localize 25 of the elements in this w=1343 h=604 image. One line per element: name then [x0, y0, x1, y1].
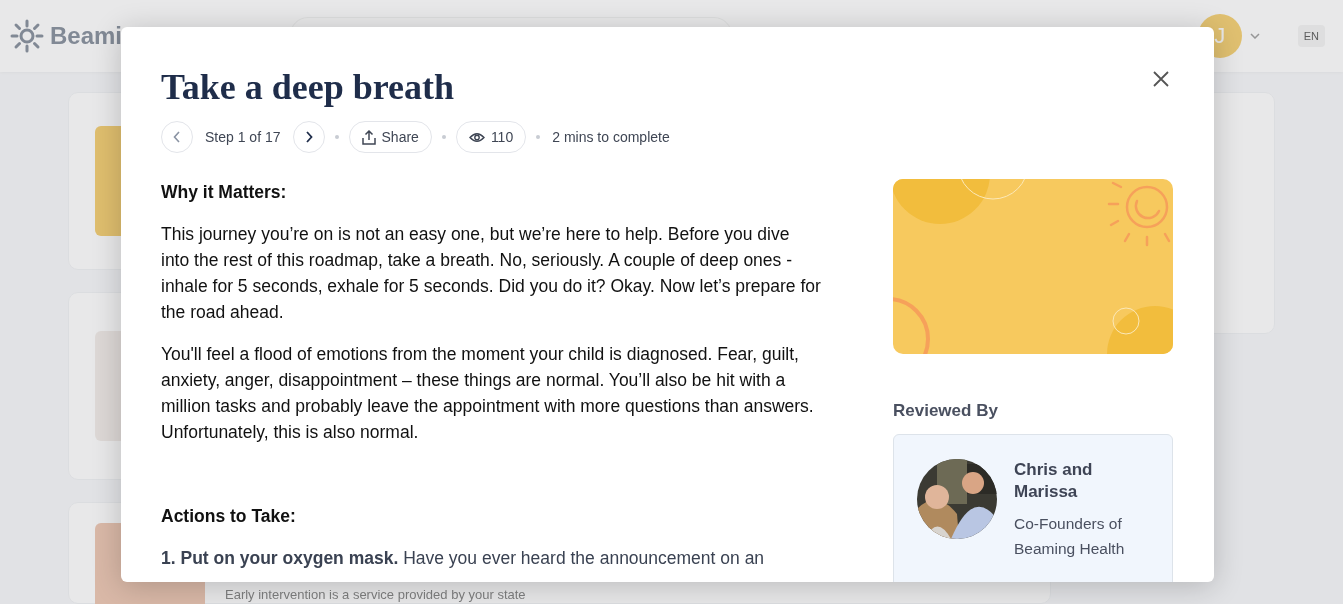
step-counter: Step 1 of 17 [205, 129, 281, 145]
paragraph: You'll feel a flood of emotions from the moment your child is diagnosed. Fear, guilt, anxiety, anger, disappointment – these things are normal. You’ll also be hit with a million tasks and probably leave the appointment with more questions than answers. Unfortunately, this is also normal. [161, 343, 815, 444]
logo-text[interactable]: Beami [50, 22, 123, 50]
modal-title: Take a deep breath [161, 66, 455, 109]
language-button[interactable]: EN [1297, 25, 1325, 47]
eye-icon [468, 131, 485, 143]
reviewer-role: Co-Founders of Beaming Health [1014, 514, 1126, 559]
section-heading: Actions to Take: [161, 505, 297, 528]
next-button[interactable] [292, 121, 325, 153]
caret-icon[interactable] [1249, 33, 1260, 39]
paragraph: This journey you’re on is not an easy one, but we’re here to help. Before you dive into the rest of this roadmap, take a breath. No, seriously. A couple of deep ones - inhale for 5 seconds, exhale for 5 seconds. Did you do it? Okay. Now let’s prepare for the road ahead. [161, 223, 821, 324]
close-icon [1153, 71, 1169, 87]
view-count-text: 110 [490, 129, 514, 145]
duration-text: 2 mins to complete [552, 129, 670, 145]
section-heading: Reviewed By [893, 401, 999, 421]
action-item: 1. Put on your oxygen mask. Have you ever heard the announcement on an [161, 547, 766, 570]
chevron-left-icon [173, 131, 181, 143]
section-heading: Why it Matters: [161, 181, 288, 204]
share-icon [361, 129, 376, 145]
previous-button[interactable] [161, 121, 193, 153]
share-button[interactable]: Share [348, 121, 432, 153]
card-text: Early intervention is a service provided by your state [225, 587, 526, 602]
sun-logo-icon [10, 19, 44, 53]
reviewer-name: Chris and Marissa [1014, 459, 1094, 503]
chevron-right-icon [304, 131, 313, 143]
